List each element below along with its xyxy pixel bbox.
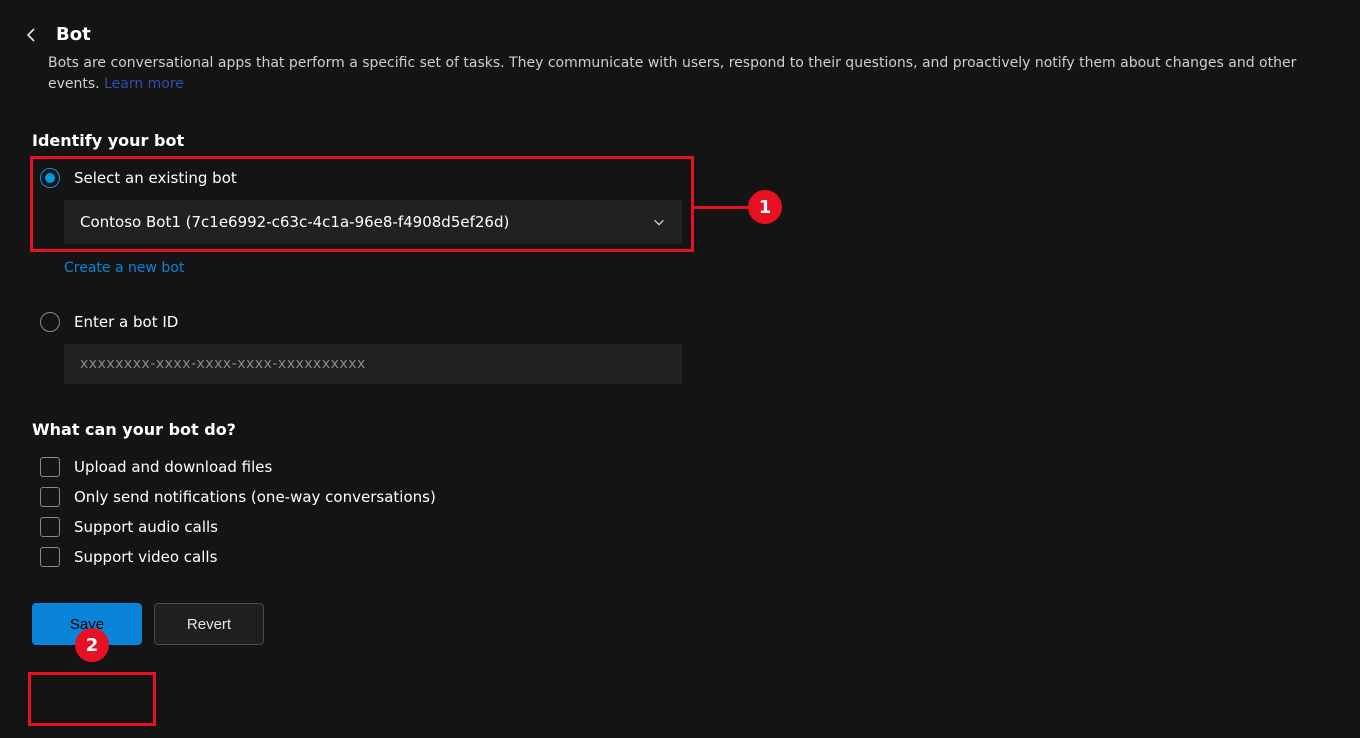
learn-more-link[interactable]: Learn more — [104, 76, 184, 92]
page-description-text: Bots are conversational apps that perfor… — [48, 55, 1296, 92]
checkbox-support-audio-calls[interactable]: Support audio calls — [40, 517, 1328, 537]
checkbox-label: Upload and download files — [74, 458, 272, 476]
checkbox-icon — [40, 487, 60, 507]
checkbox-support-video-calls[interactable]: Support video calls — [40, 547, 1328, 567]
radio-icon — [40, 168, 60, 188]
radio-select-existing-bot[interactable]: Select an existing bot — [40, 168, 1328, 188]
radio-icon — [40, 312, 60, 332]
revert-button[interactable]: Revert — [154, 603, 264, 645]
page-title: Bot — [56, 24, 91, 45]
capabilities-section-label: What can your bot do? — [32, 420, 1328, 439]
chevron-down-icon — [652, 215, 666, 229]
checkbox-upload-download-files[interactable]: Upload and download files — [40, 457, 1328, 477]
create-new-bot-link[interactable]: Create a new bot — [64, 260, 184, 276]
radio-label: Select an existing bot — [74, 169, 237, 187]
checkbox-label: Support audio calls — [74, 518, 218, 536]
annotation-box-2 — [28, 672, 156, 726]
existing-bot-dropdown[interactable]: Contoso Bot1 (7c1e6992-c63c-4c1a-96e8-f4… — [64, 200, 682, 244]
bot-id-input[interactable] — [64, 344, 682, 384]
checkbox-label: Support video calls — [74, 548, 217, 566]
dropdown-selected-text: Contoso Bot1 (7c1e6992-c63c-4c1a-96e8-f4… — [80, 213, 509, 231]
checkbox-label: Only send notifications (one-way convers… — [74, 488, 436, 506]
page-description: Bots are conversational apps that perfor… — [48, 53, 1328, 95]
radio-enter-bot-id[interactable]: Enter a bot ID — [40, 312, 1328, 332]
checkbox-icon — [40, 547, 60, 567]
identify-section-label: Identify your bot — [32, 131, 1328, 150]
save-button[interactable]: Save — [32, 603, 142, 645]
back-icon[interactable] — [24, 27, 40, 43]
checkbox-icon — [40, 457, 60, 477]
radio-label: Enter a bot ID — [74, 313, 178, 331]
checkbox-only-send-notifications[interactable]: Only send notifications (one-way convers… — [40, 487, 1328, 507]
checkbox-icon — [40, 517, 60, 537]
